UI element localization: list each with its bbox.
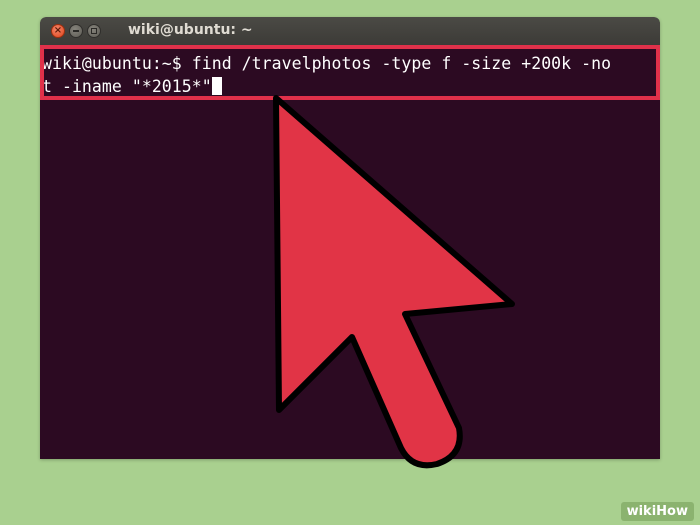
window-title: wiki@ubuntu: ~ — [128, 22, 253, 38]
terminal-window: × wiki@ubuntu: ~ wiki@ubuntu:~$ find /tr… — [40, 17, 660, 459]
watermark-part-2: How — [656, 504, 688, 519]
watermark-part-1: wiki — [626, 504, 657, 519]
watermark: wikiHow — [620, 502, 694, 521]
terminal-area[interactable]: wiki@ubuntu:~$ find /travelphotos -type … — [40, 45, 660, 459]
minimize-button[interactable] — [69, 24, 83, 38]
command-highlight-box — [40, 45, 660, 100]
maximize-icon — [91, 28, 97, 34]
close-icon: × — [53, 25, 63, 36]
maximize-button[interactable] — [87, 24, 101, 38]
minimize-icon — [73, 30, 79, 32]
close-button[interactable]: × — [51, 24, 65, 38]
title-bar[interactable]: × wiki@ubuntu: ~ — [40, 17, 660, 45]
